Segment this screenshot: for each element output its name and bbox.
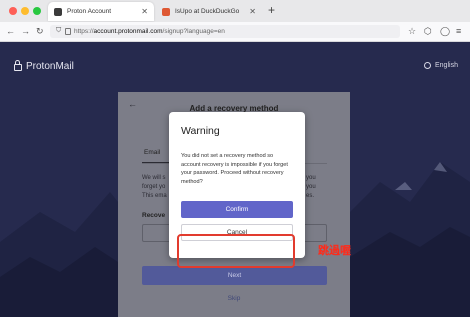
new-tab-button[interactable]: + [268, 3, 275, 17]
lock-icon [14, 60, 22, 71]
security-shield-icon[interactable]: ⛉ [56, 27, 61, 35]
close-tab-icon[interactable]: ✕ [249, 7, 256, 16]
annotation-label: 跳過喔 [318, 245, 351, 257]
url-prefix: https:// [74, 28, 94, 35]
next-button[interactable]: Next [142, 266, 327, 285]
tab-title: Proton Account [67, 8, 112, 15]
close-window-icon[interactable] [9, 7, 17, 15]
tab-proton-account[interactable]: Proton Account ✕ [48, 2, 154, 21]
maximize-window-icon[interactable] [33, 7, 41, 15]
menu-icon[interactable]: ≡ [456, 25, 461, 37]
page-info-icon[interactable] [65, 28, 71, 35]
card-description-right: you you es. [306, 175, 316, 199]
globe-icon [424, 62, 431, 69]
browser-tabbar: Proton Account ✕ IsUpo at DuckDuckGo ✕ + [0, 0, 470, 22]
dialog-title: Warning [181, 125, 220, 137]
forward-arrow-icon[interactable]: → [21, 25, 30, 37]
account-icon[interactable]: ◯ [440, 25, 450, 37]
proton-favicon-icon [54, 7, 62, 16]
close-tab-icon[interactable]: ✕ [141, 7, 148, 16]
duckduckgo-favicon-icon [162, 7, 170, 16]
annotation-highlight-box [177, 234, 295, 268]
reload-icon[interactable]: ↻ [36, 25, 44, 37]
proton-signup-page: ProtonMail English ← Add a recovery meth… [0, 42, 470, 317]
language-label: English [435, 62, 458, 69]
tab-email[interactable]: Email [144, 149, 160, 156]
pocket-shield-icon[interactable]: ☆ [408, 25, 416, 37]
url-path: /signup?language=en [162, 28, 225, 35]
brand-name: ProtonMail [26, 61, 74, 72]
tab-title: IsUpo at DuckDuckGo [175, 8, 240, 15]
url-domain: account.protonmail.com [93, 28, 163, 35]
skip-link[interactable]: Skip [118, 295, 350, 302]
address-bar[interactable]: ⛉ https://account.protonmail.com/signup?… [50, 25, 400, 38]
dialog-message: You did not set a recovery method so acc… [181, 153, 288, 185]
protonmail-logo[interactable]: ProtonMail [14, 60, 74, 72]
confirm-button[interactable]: Confirm [181, 201, 293, 218]
recovery-email-label: Recove [142, 212, 166, 219]
tab-email-underline [142, 162, 172, 163]
minimize-window-icon[interactable] [21, 7, 29, 15]
extensions-icon[interactable]: ⬡ [424, 25, 432, 37]
language-selector[interactable]: English [424, 62, 458, 69]
back-arrow-icon[interactable]: ← [6, 25, 15, 37]
browser-navbar: ← → ↻ ⛉ https://account.protonmail.com/s… [0, 22, 470, 42]
tab-duckduckgo[interactable]: IsUpo at DuckDuckGo ✕ [156, 2, 262, 21]
